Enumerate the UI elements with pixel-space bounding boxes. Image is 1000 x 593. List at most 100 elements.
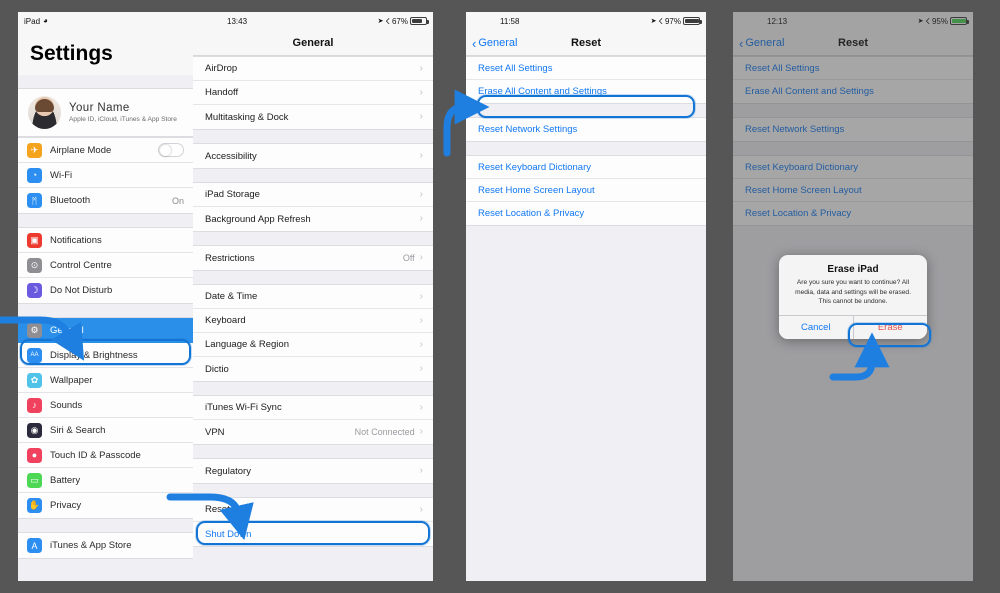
sidebar-item-control-centre[interactable]: ⊙ Control Centre [18,253,193,278]
list-item-shut-down[interactable]: Shut Down [193,522,433,546]
profile-name: Your Name [69,102,130,114]
list-group: Reset All Settings Erase All Content and … [466,56,706,104]
list-item-dictio[interactable]: Dictio › [193,357,433,381]
airplane-icon: ✈ [27,142,42,158]
sidebar-item-wi-fi[interactable]: ◔ Wi-Fi [18,163,193,188]
list-item-handoff[interactable]: Handoff › [193,81,433,105]
appstore-icon: A [27,538,42,553]
settings-group: ✈ Airplane Mode ◔ Wi-Fi ᛗ Bluetooth On [18,137,193,214]
battery-icon [682,17,702,25]
reset-panel: 11:58 ➤ 𐌂 97% ‹ General Reset Reset All … [466,12,706,581]
list-item-erase-all-content-and-settings[interactable]: Erase All Content and Settings [466,80,706,103]
list-item-reset-location-privacy[interactable]: Reset Location & Privacy [466,202,706,225]
sidebar-item-do-not-disturb[interactable]: ☽ Do Not Disturb [18,278,193,303]
profile-card[interactable]: Your Name Apple ID, iCloud, iTunes & App… [18,88,193,137]
list-group: Accessibility › [193,143,433,169]
profile-subtitle: Apple ID, iCloud, iTunes & App Store [69,116,177,123]
list-item-reset-network-settings[interactable]: Reset Network Settings [466,118,706,141]
list-item-airdrop[interactable]: AirDrop › [193,57,433,81]
nav-bar: General [193,30,433,56]
list-item-multitasking-dock[interactable]: Multitasking & Dock › [193,105,433,129]
sidebar-item-privacy[interactable]: ✋ Privacy [18,493,193,518]
list-item-restrictions[interactable]: Restrictions Off › [193,246,433,270]
list-item-reset-keyboard-dictionary[interactable]: Reset Keyboard Dictionary [466,156,706,179]
sidebar-item-label: Sounds [50,399,83,411]
list-item-background-app-refresh[interactable]: Background App Refresh › [193,207,433,231]
notifications-icon: ▣ [27,232,42,248]
list-item-label: Accessibility [205,150,257,162]
sidebar-item-sounds[interactable]: ♪ Sounds [18,393,193,418]
bluetooth-icon: 𐌂 [385,16,390,26]
back-button[interactable]: ‹ General [472,30,517,56]
bluetooth-icon: ᛗ [27,193,42,208]
list-item-date-time[interactable]: Date & Time › [193,285,433,309]
display-icon: AA [27,347,42,363]
sidebar-item-siri-search[interactable]: ◉ Siri & Search [18,418,193,443]
airplane-mode-toggle[interactable] [158,143,184,157]
touchid-icon: ● [27,447,42,463]
nav-bar: ‹ General Reset [466,30,706,56]
sidebar-item-display-brightness[interactable]: AA Display & Brightness [18,343,193,368]
sidebar-item-touch-id-passcode[interactable]: ● Touch ID & Passcode [18,443,193,468]
list-item-label: Regulatory [205,465,251,477]
list-group: Reset Keyboard Dictionary Reset Home Scre… [466,155,706,226]
battery-icon: ▭ [27,472,42,488]
divider [193,445,433,458]
divider [193,271,433,284]
wallpaper-icon: ✿ [27,372,42,388]
list-item-label: Erase All Content and Settings [478,86,607,97]
sidebar-item-label: Wi-Fi [50,169,73,181]
clock: 13:43 [227,16,248,26]
sidebar-item-bluetooth[interactable]: ᛗ Bluetooth On [18,188,193,213]
list-item-regulatory[interactable]: Regulatory › [193,459,433,483]
sounds-icon: ♪ [27,397,42,413]
sidebar-item-airplane-mode[interactable]: ✈ Airplane Mode [18,138,193,163]
list-item-ipad-storage[interactable]: iPad Storage › [193,183,433,207]
chevron-right-icon: › [419,338,423,350]
list-item-accessibility[interactable]: Accessibility › [193,144,433,168]
erase-button[interactable]: Erase [852,315,927,339]
sidebar-item-general[interactable]: ⚙ General [18,318,193,343]
list-group: Date & Time › Keyboard › Language & Region › D… [193,284,433,382]
chevron-right-icon: › [419,62,423,74]
location-icon: ➤ [377,18,384,25]
list-item-label: Background App Refresh [205,213,311,225]
list-item-label: VPN [205,426,225,438]
bluetooth-icon: 𐌂 [658,16,663,26]
list-item-label: Reset Location & Privacy [478,208,585,219]
chevron-right-icon: › [419,111,423,122]
chevron-right-icon: › [419,252,423,263]
list-item-itunes-wi-fi-sync[interactable]: iTunes Wi-Fi Sync › [193,396,433,420]
sidebar-item-label: Privacy [50,500,82,511]
chevron-right-icon: › [419,150,423,161]
sidebar-item-label: Bluetooth [50,195,91,206]
divider [193,382,433,395]
location-icon: ➤ [650,18,657,25]
moon-icon: ☽ [27,283,42,298]
divider [193,130,433,143]
list-item-keyboard[interactable]: Keyboard › [193,309,433,333]
erase-ipad-alert: Erase iPad Are you sure you want to cont… [779,255,927,339]
siri-icon: ◉ [27,422,42,438]
cancel-button[interactable]: Cancel [779,315,853,339]
list-item-label: Date & Time [205,291,258,302]
sidebar-item-itunes-app-store[interactable]: AiTunes & App Store [18,533,193,558]
sidebar-item-battery[interactable]: ▭ Battery [18,468,193,493]
sidebar-item-wallpaper[interactable]: ✿ Wallpaper [18,368,193,393]
carrier-label: iPad [24,16,41,26]
clock: 11:58 [500,16,520,26]
list-item-vpn[interactable]: VPN Not Connected › [193,420,433,444]
list-item-language-region[interactable]: Language & Region › [193,333,433,357]
sidebar-item-label: Notifications [50,234,102,246]
sidebar-item-label: Airplane Mode [50,144,112,156]
chevron-right-icon: › [419,290,423,302]
list-item-reset-home-screen-layout[interactable]: Reset Home Screen Layout [466,179,706,202]
sidebar-item-notifications[interactable]: ▣ Notifications [18,228,193,253]
nav-title: General [292,36,334,49]
list-item-reset[interactable]: Reset › [193,498,433,522]
list-item-label: Reset Network Settings [478,124,578,135]
sidebar-item-label: Control Centre [50,259,112,271]
list-item-reset-all-settings[interactable]: Reset All Settings [466,57,706,80]
list-item-label: Shut Down [205,528,252,540]
settings-sidebar-panel: iPad ◕ Settings Your Name Apple ID, iClo… [18,12,193,581]
